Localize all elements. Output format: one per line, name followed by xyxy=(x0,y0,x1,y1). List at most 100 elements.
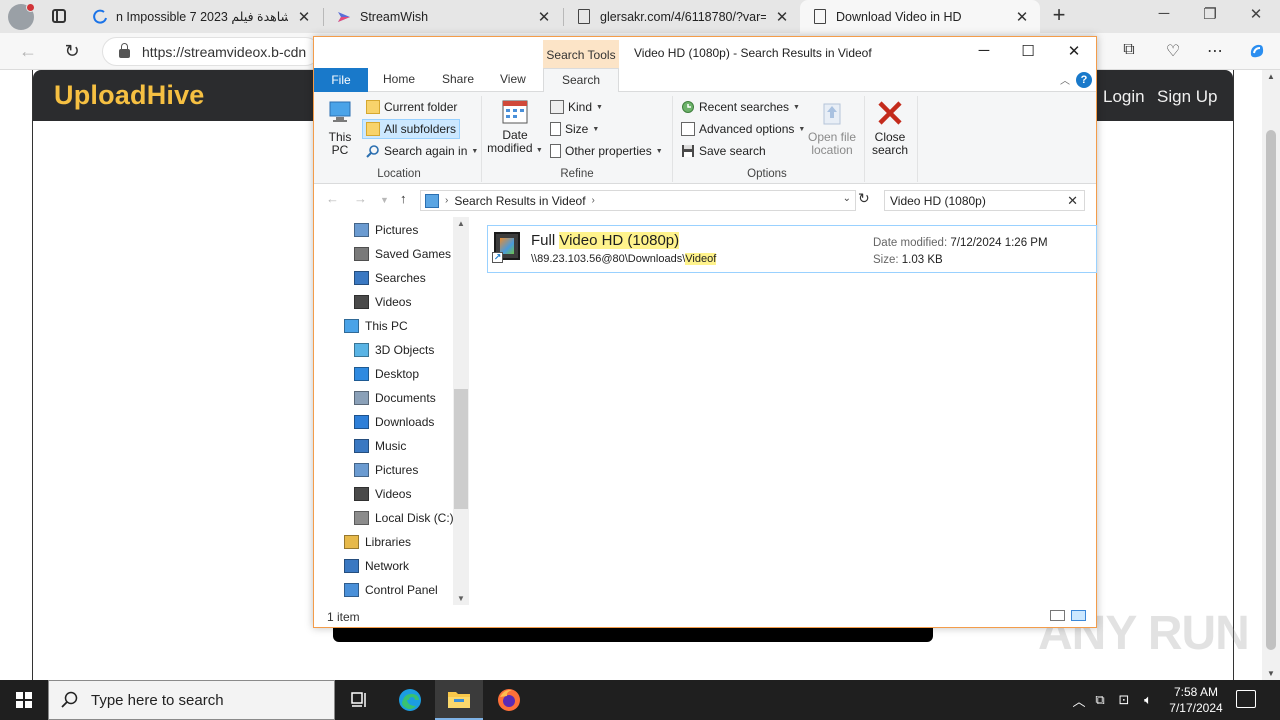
control-panel-icon xyxy=(344,583,359,597)
nav-item-saved-games[interactable]: Saved Games xyxy=(354,243,451,265)
nav-item-documents[interactable]: Documents xyxy=(354,387,436,409)
close-window-button[interactable]: ✕ xyxy=(1244,5,1268,27)
nav-item-videos[interactable]: Videos xyxy=(354,483,411,505)
tab-view[interactable]: View xyxy=(500,72,526,86)
explorer-address-bar[interactable]: › Search Results in Videof › ⌄ xyxy=(420,190,856,211)
nav-item-network[interactable]: Network xyxy=(344,555,409,577)
details-view-icon[interactable] xyxy=(1050,610,1065,621)
collapse-ribbon-icon[interactable]: ︿ xyxy=(1060,72,1070,87)
file-explorer-window: Search Tools Video HD (1080p) - Search R… xyxy=(313,36,1097,628)
show-hidden-icons[interactable]: ︿ xyxy=(1070,691,1088,710)
tab-home[interactable]: Home xyxy=(383,72,415,86)
address-dropdown-icon[interactable]: ⌄ xyxy=(843,193,851,204)
page-scrollbar[interactable]: ▲ ▼ xyxy=(1262,70,1280,680)
back-button[interactable]: ← xyxy=(16,40,40,64)
recent-searches-dropdown[interactable]: Recent searches ▼ xyxy=(678,97,803,117)
nav-item-this-pc[interactable]: This PC xyxy=(344,315,408,337)
refine-group-label: Refine xyxy=(560,168,594,180)
size-dropdown[interactable]: Size ▼ xyxy=(547,119,602,139)
minimize-button[interactable]: ─ xyxy=(1152,5,1176,27)
start-button[interactable] xyxy=(0,680,48,720)
save-search-button[interactable]: Save search xyxy=(678,141,769,161)
nav-item-pictures[interactable]: Pictures xyxy=(354,219,418,241)
task-view-button[interactable] xyxy=(336,680,384,720)
tab-search[interactable]: Search xyxy=(543,68,619,93)
explorer-forward-button[interactable]: → xyxy=(354,191,367,206)
browser-tab-4-active[interactable]: Download Video in HD ✕ xyxy=(800,0,1040,33)
volume-icon[interactable]: 🔈︎ xyxy=(1136,692,1160,708)
file-explorer-taskbar-button[interactable] xyxy=(435,680,483,720)
refresh-button[interactable]: ↻ xyxy=(858,190,870,207)
clear-search-icon[interactable]: ✕ xyxy=(1067,193,1078,209)
nav-pane-scrollbar[interactable]: ▲ ▼ xyxy=(453,217,469,605)
search-result-item[interactable]: ↗ Full Video HD (1080p) \\89.23.103.56@8… xyxy=(487,225,1097,273)
nav-item-downloads[interactable]: Downloads xyxy=(354,411,434,433)
new-tab-button[interactable]: + xyxy=(1048,4,1070,27)
close-tab-icon[interactable]: ✕ xyxy=(536,8,552,26)
advanced-options-dropdown[interactable]: Advanced options ▼ xyxy=(678,119,808,139)
restore-button[interactable]: ❐ xyxy=(1198,5,1222,27)
search-again-in-dropdown[interactable]: Search again in ▼ xyxy=(363,141,481,161)
current-folder-option[interactable]: Current folder xyxy=(363,97,460,117)
explorer-maximize-button[interactable]: ☐ xyxy=(1013,42,1043,62)
breadcrumb-search-results[interactable]: Search Results in Videof xyxy=(454,194,585,208)
explorer-minimize-button[interactable]: ─ xyxy=(969,42,999,62)
meet-now-icon[interactable]: ⧉ xyxy=(1088,692,1112,708)
browser-tab-1[interactable]: n Impossible 7 2023 مشاهدة فيلم ✕ xyxy=(80,0,322,33)
more-options-icon[interactable]: ⋯ xyxy=(1204,41,1226,63)
close-tab-icon[interactable]: ✕ xyxy=(774,8,790,26)
nav-item-local-disk-c[interactable]: Local Disk (C:) xyxy=(354,507,454,529)
reload-button[interactable]: ↻ xyxy=(60,40,84,64)
browser-essentials-icon[interactable]: ♡ xyxy=(1162,41,1184,63)
nav-item-label: Pictures xyxy=(375,463,419,477)
uploadhive-logo[interactable]: UploadHive xyxy=(54,80,205,111)
tab-groups-icon[interactable]: ⧉ xyxy=(1118,41,1140,63)
explorer-back-button[interactable]: ← xyxy=(326,191,339,206)
taskbar-search-box[interactable]: Type here to search xyxy=(48,680,335,720)
help-icon[interactable]: ? xyxy=(1076,72,1092,88)
profile-avatar[interactable] xyxy=(8,3,35,30)
close-search-button[interactable]: Close search xyxy=(868,98,912,157)
signup-link[interactable]: Sign Up xyxy=(1157,87,1217,107)
nav-item-music[interactable]: Music xyxy=(354,435,406,457)
date-modified-button[interactable]: Date modified ▼ xyxy=(486,98,544,157)
tab-actions-icon[interactable] xyxy=(48,6,70,26)
other-properties-dropdown[interactable]: Other properties ▼ xyxy=(547,141,666,161)
nav-item-libraries[interactable]: Libraries xyxy=(344,531,411,553)
nav-item-pictures[interactable]: Pictures xyxy=(354,459,418,481)
up-button[interactable]: ↑ xyxy=(400,191,407,206)
notification-center-icon[interactable] xyxy=(1236,690,1256,708)
edge-taskbar-button[interactable] xyxy=(386,680,434,720)
tab-file[interactable]: File xyxy=(314,68,368,92)
explorer-search-input[interactable]: Video HD (1080p) ✕ xyxy=(884,190,1085,211)
kind-dropdown[interactable]: Kind ▼ xyxy=(547,97,606,117)
nav-item-searches[interactable]: Searches xyxy=(354,267,426,289)
large-icons-view-icon[interactable] xyxy=(1071,610,1086,621)
network-icon[interactable]: ⊡ xyxy=(1112,692,1136,708)
close-tab-icon[interactable]: ✕ xyxy=(296,8,312,26)
nav-item-control-panel[interactable]: Control Panel xyxy=(344,579,438,601)
browser-tab-3[interactable]: glersakr.com/4/6118780/?var=73 ✕ xyxy=(564,0,800,33)
address-bar[interactable]: https://streamvideox.b-cdn xyxy=(102,37,320,66)
local-disk-icon xyxy=(354,511,369,525)
tab-share[interactable]: Share xyxy=(442,72,474,86)
this-pc-button[interactable]: This PC xyxy=(324,98,356,157)
browser-tab-2[interactable]: StreamWish ✕ xyxy=(324,0,562,33)
close-search-icon xyxy=(878,101,902,125)
music-icon xyxy=(354,439,369,453)
firefox-taskbar-button[interactable] xyxy=(485,680,533,720)
close-tab-icon[interactable]: ✕ xyxy=(1014,8,1030,26)
nav-item-desktop[interactable]: Desktop xyxy=(354,363,419,385)
nav-item-videos[interactable]: Videos xyxy=(354,291,411,313)
open-file-location-button[interactable]: Open file location xyxy=(804,98,860,157)
login-link[interactable]: Login xyxy=(1103,87,1145,107)
explorer-close-button[interactable]: ✕ xyxy=(1059,42,1089,62)
taskbar-clock[interactable]: 7:58 AM 7/17/2024 xyxy=(1164,684,1228,716)
libraries-icon xyxy=(344,535,359,549)
nav-item-3d-objects[interactable]: 3D Objects xyxy=(354,339,434,361)
copilot-icon[interactable] xyxy=(1246,41,1268,63)
recent-locations-button[interactable]: ▼ xyxy=(380,195,389,205)
this-pc-icon xyxy=(344,319,359,333)
firefox-icon xyxy=(498,689,520,711)
all-subfolders-option[interactable]: All subfolders xyxy=(362,119,461,139)
